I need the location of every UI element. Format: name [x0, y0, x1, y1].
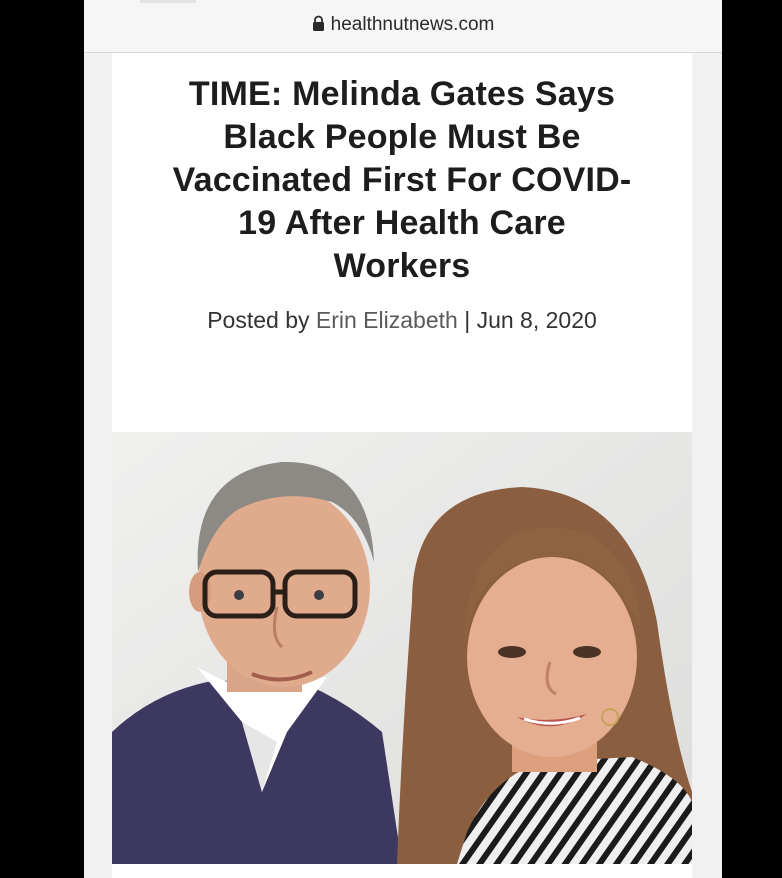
title-line: 19 After Health Care [238, 204, 566, 242]
title-line: TIME: Melinda Gates Says [188, 75, 616, 113]
post-meta: Posted by Erin Elizabeth | Jun 8, 2020 [112, 307, 692, 334]
url-display[interactable]: healthnutnews.com [84, 14, 722, 38]
post-date: Jun 8, 2020 [476, 307, 597, 333]
article-card: TIME: Melinda Gates Says Black People Mu… [112, 53, 692, 878]
browser-address-bar[interactable]: healthnutnews.com [84, 0, 722, 53]
title-line: Workers [333, 247, 471, 285]
posted-by-label: Posted by [207, 307, 310, 333]
article-title[interactable]: TIME: Melinda Gates Says Black People Mu… [132, 73, 672, 288]
meta-separator: | [464, 307, 471, 333]
lock-icon [312, 15, 325, 38]
author-link[interactable]: Erin Elizabeth [316, 307, 458, 333]
photo-illustration [112, 432, 692, 864]
title-line: Black People Must Be [223, 118, 581, 156]
url-text: healthnutnews.com [330, 14, 495, 35]
tab-indicator [140, 0, 196, 3]
title-line: Vaccinated First For COVID- [172, 161, 632, 199]
article-body-start [112, 864, 692, 878]
article-photo [112, 432, 692, 864]
phone-screen: healthnutnews.com TIME: Melinda Gates Sa… [84, 0, 722, 878]
